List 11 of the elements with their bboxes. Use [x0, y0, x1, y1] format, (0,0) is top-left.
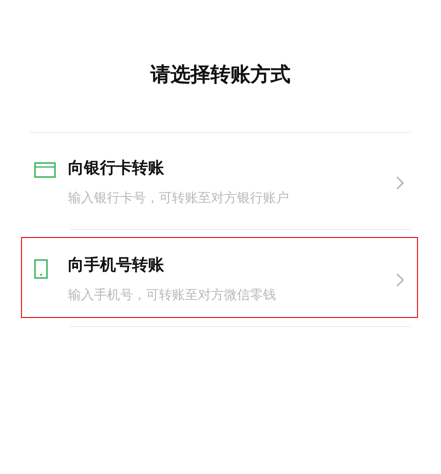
- option-description: 输入银行卡号，可转账至对方银行账户: [68, 191, 290, 207]
- transfer-option[interactable]: 向手机号转账 输入手机号，可转账至对方微信零钱: [0, 229, 441, 326]
- transfer-option[interactable]: 向银行卡转账 输入银行卡号，可转账至对方银行账户: [0, 132, 441, 229]
- option-title: 向手机号转账: [68, 256, 165, 274]
- page-title: 请选择转账方式: [149, 61, 292, 88]
- chevron-right-icon: [395, 272, 405, 288]
- bank-card-icon: [34, 162, 56, 178]
- option-description: 输入手机号，可转账至对方微信零钱: [68, 288, 277, 304]
- chevron-right-icon: [395, 175, 405, 191]
- option-title: 向银行卡转账: [68, 159, 165, 177]
- phone-icon: [34, 259, 48, 279]
